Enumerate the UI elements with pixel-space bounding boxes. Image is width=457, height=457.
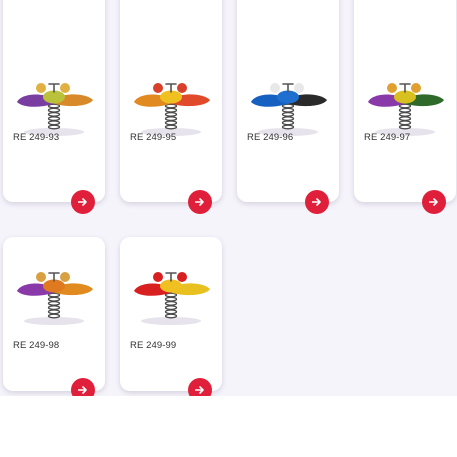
arrow-right-icon	[312, 198, 321, 206]
spring-rider-illustration	[134, 272, 210, 325]
product-image	[243, 70, 333, 140]
open-product-button[interactable]	[71, 190, 95, 214]
spring-rider-illustration	[134, 83, 210, 136]
product-image	[9, 70, 99, 140]
spring-rider-illustration	[251, 83, 327, 136]
product-code: RE 249-93	[13, 132, 60, 143]
product-card[interactable]: RE 249-95	[120, 0, 222, 214]
product-code: RE 249-97	[364, 132, 411, 143]
product-code: RE 249-95	[130, 132, 177, 143]
product-code: RE 249-98	[13, 340, 60, 351]
arrow-right-icon	[429, 198, 438, 206]
arrow-right-icon	[195, 386, 204, 394]
product-card[interactable]: RE 249-96	[237, 0, 339, 214]
product-image	[360, 70, 450, 140]
open-product-button[interactable]	[188, 378, 212, 396]
arrow-right-icon	[78, 386, 87, 394]
product-image	[126, 259, 216, 329]
product-code: RE 249-96	[247, 132, 294, 143]
product-card[interactable]: RE 249-93	[3, 0, 105, 214]
product-image	[9, 259, 99, 329]
product-card[interactable]: RE 249-99	[120, 237, 222, 396]
spring-rider-illustration	[17, 272, 93, 325]
open-product-button[interactable]	[188, 190, 212, 214]
open-product-button[interactable]	[305, 190, 329, 214]
arrow-right-icon	[195, 198, 204, 206]
spring-rider-illustration	[368, 83, 444, 136]
product-grid: RE 249-93 RE 249-95 RE 249-96 RE 249-97 …	[0, 0, 457, 396]
product-card[interactable]: RE 249-98	[3, 237, 105, 396]
spring-rider-illustration	[17, 83, 93, 136]
open-product-button[interactable]	[71, 378, 95, 396]
product-card[interactable]: RE 249-97	[354, 0, 456, 214]
product-image	[126, 70, 216, 140]
arrow-right-icon	[78, 198, 87, 206]
product-code: RE 249-99	[130, 340, 177, 351]
open-product-button[interactable]	[422, 190, 446, 214]
